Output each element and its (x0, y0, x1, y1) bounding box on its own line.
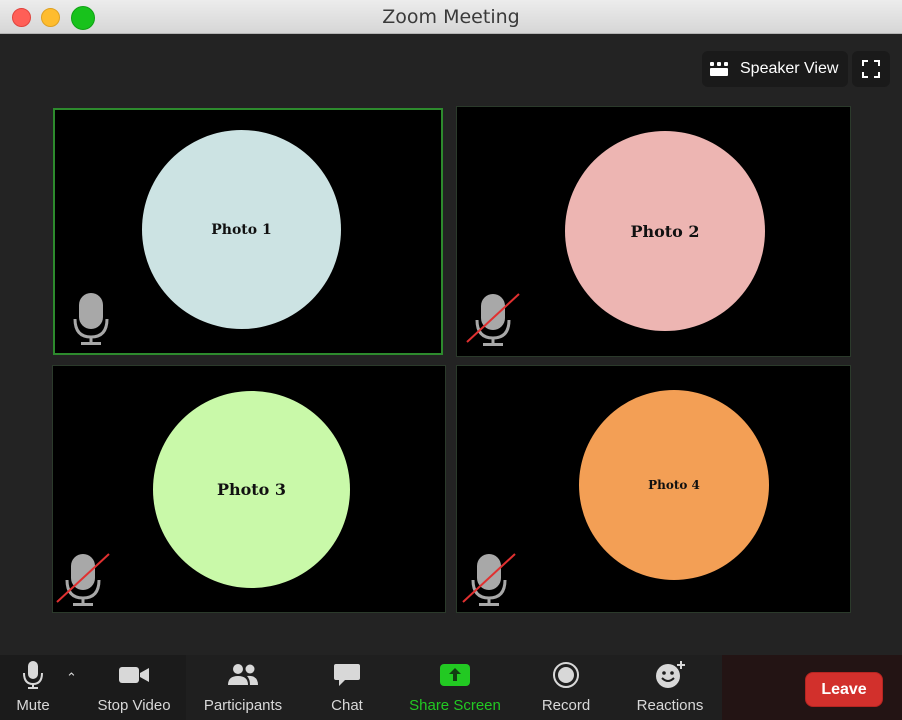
reactions-label: Reactions (636, 697, 704, 714)
chat-bubble-icon (334, 664, 360, 686)
photo-label-4: Photo 4 (648, 478, 700, 492)
record-button[interactable]: Record (538, 655, 594, 720)
video-camera-icon (119, 667, 149, 683)
window-titlebar: Zoom Meeting (0, 0, 902, 34)
participants-button[interactable]: Participants (196, 655, 290, 720)
mute-label: Mute (16, 697, 50, 714)
speaker-view-icon (710, 62, 728, 76)
video-tile-4[interactable]: Photo 4 (456, 365, 851, 613)
chat-button[interactable]: Chat (322, 655, 372, 720)
participant-photo-4: Photo 4 (579, 390, 769, 580)
speaker-view-label: Speaker View (740, 60, 839, 77)
participants-label: Participants (203, 697, 283, 714)
microphone-muted-icon (56, 553, 110, 606)
participant-photo-1: Photo 1 (142, 130, 341, 329)
photo-label-1: Photo 1 (211, 221, 272, 238)
fullscreen-icon (862, 60, 880, 78)
share-screen-icon (440, 664, 470, 686)
mute-button[interactable]: Mute (6, 655, 60, 720)
record-label: Record (541, 697, 591, 714)
fullscreen-button[interactable] (852, 51, 890, 87)
reactions-emoji-icon (656, 661, 685, 688)
video-tile-1[interactable]: Photo 1 (53, 108, 443, 355)
meeting-toolbar: Mute Stop Video Participants Chat Share … (0, 655, 902, 720)
stop-video-button[interactable]: Stop Video (90, 655, 178, 720)
stop-video-label: Stop Video (97, 697, 171, 714)
leave-button[interactable]: Leave (805, 672, 883, 707)
window-title: Zoom Meeting (382, 6, 520, 28)
chat-label: Chat (331, 697, 363, 714)
meeting-stage: Speaker View Photo 1 Photo 2 Photo 3 Pho… (0, 35, 902, 655)
microphone-icon (23, 661, 43, 689)
share-screen-button[interactable]: Share Screen (404, 655, 506, 720)
audio-options-chevron-up-icon[interactable]: ⌃ (66, 670, 77, 686)
participant-photo-2: Photo 2 (565, 131, 765, 331)
video-tile-2[interactable]: Photo 2 (456, 106, 851, 357)
share-screen-label: Share Screen (409, 697, 501, 714)
video-tile-3[interactable]: Photo 3 (52, 365, 446, 613)
photo-label-3: Photo 3 (216, 480, 287, 499)
microphone-muted-icon (462, 553, 516, 606)
microphone-muted-icon (466, 293, 520, 346)
participants-icon (228, 664, 258, 685)
speaker-view-button[interactable]: Speaker View (702, 51, 848, 87)
microphone-icon (73, 293, 109, 345)
photo-label-2: Photo 2 (630, 221, 700, 241)
reactions-button[interactable]: Reactions (630, 655, 710, 720)
participant-photo-3: Photo 3 (153, 391, 350, 588)
record-icon (553, 662, 579, 688)
